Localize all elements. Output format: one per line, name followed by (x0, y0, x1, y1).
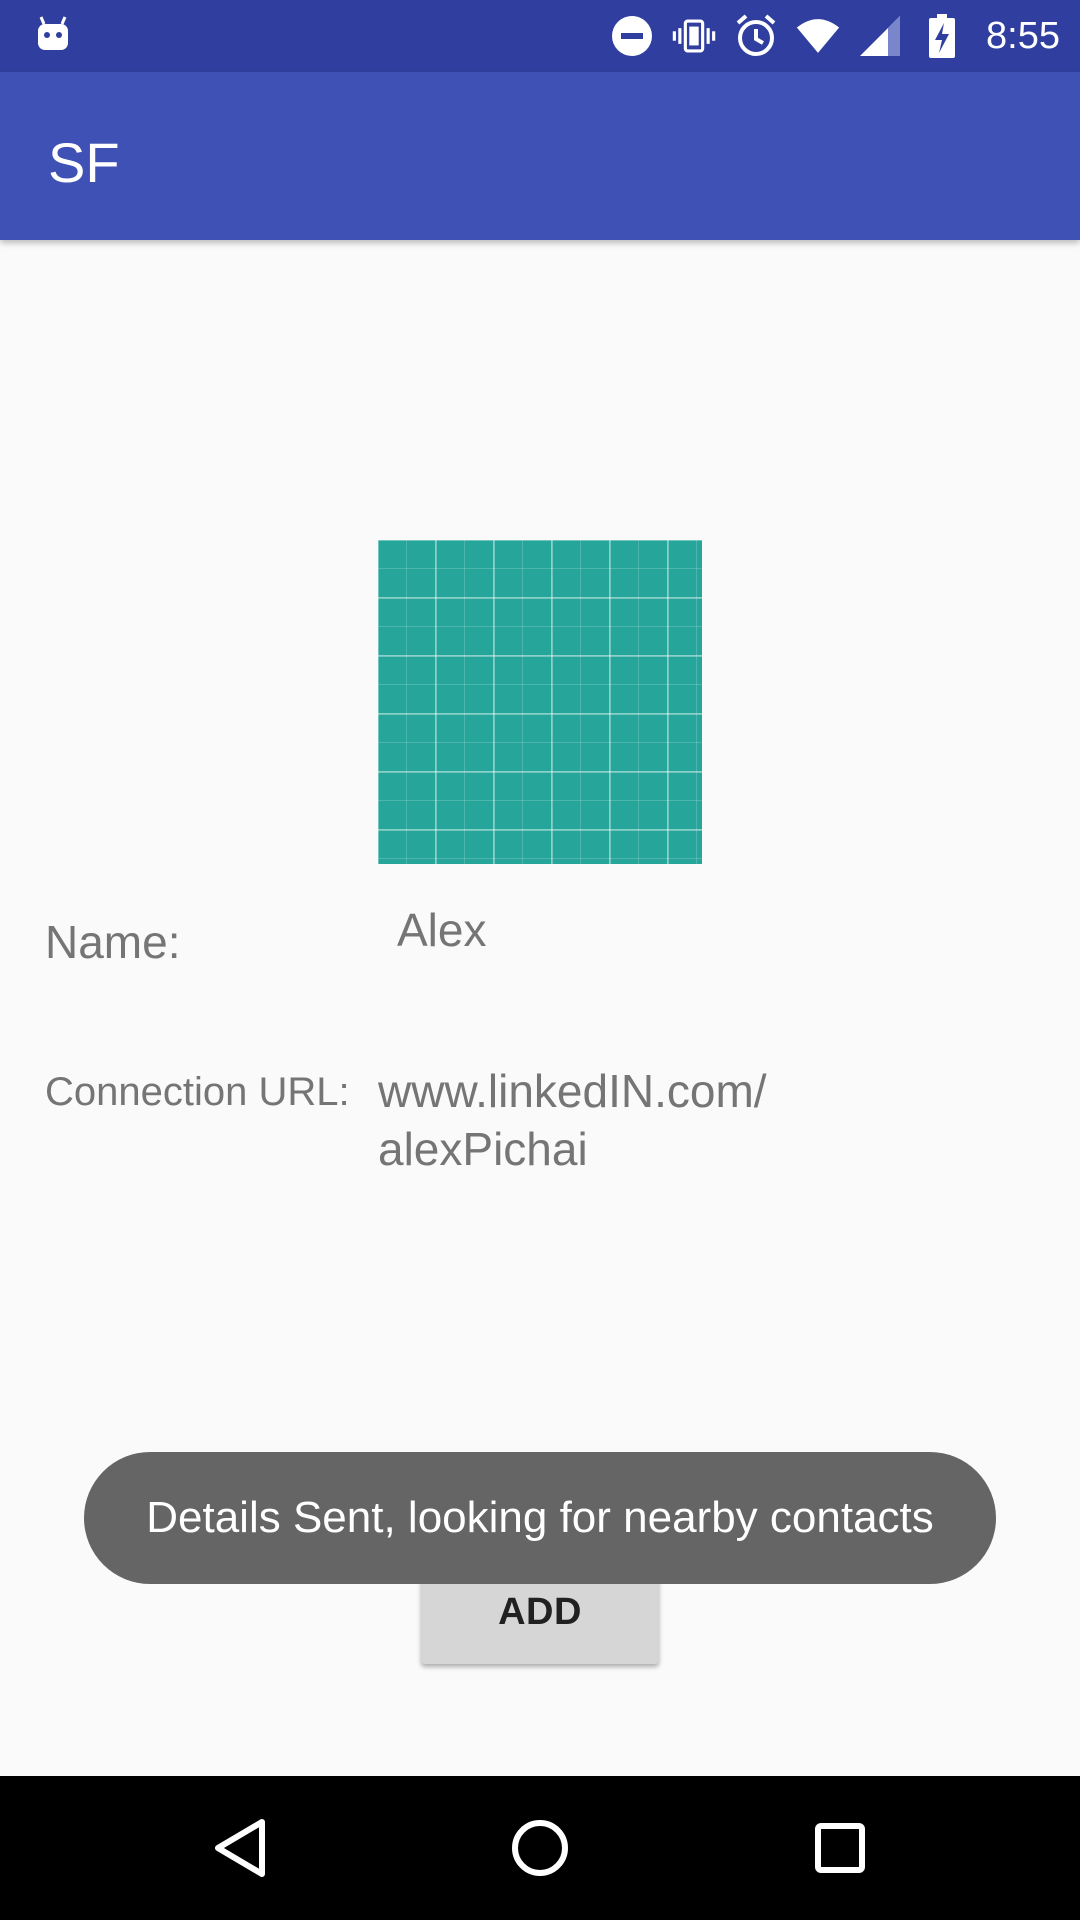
android-debug-icon (36, 16, 70, 52)
app-title: SF (48, 131, 120, 194)
vibrate-icon (672, 14, 716, 58)
toast-message: Details Sent, looking for nearby contact… (84, 1452, 996, 1584)
recents-icon[interactable] (790, 1798, 890, 1898)
home-icon[interactable] (490, 1798, 590, 1898)
name-value: Alex (397, 904, 487, 956)
back-icon[interactable] (190, 1798, 290, 1898)
connection-url-value: www.linkedIN.com/ alexPichai (378, 1065, 767, 1175)
status-icons: 8:55 (610, 0, 1060, 72)
alarm-icon (734, 14, 778, 58)
battery-charging-icon (920, 14, 964, 58)
do-not-disturb-icon (610, 14, 654, 58)
wifi-icon (796, 14, 840, 58)
connection-url-label: Connection URL: (45, 1070, 350, 1114)
status-time: 8:55 (986, 14, 1060, 57)
name-label: Name: (45, 916, 181, 968)
signal-icon (858, 14, 902, 58)
navigation-bar (0, 1776, 1080, 1920)
profile-image (378, 540, 702, 864)
app-bar: SF (0, 72, 1080, 240)
status-bar: 8:55 (0, 0, 1080, 72)
